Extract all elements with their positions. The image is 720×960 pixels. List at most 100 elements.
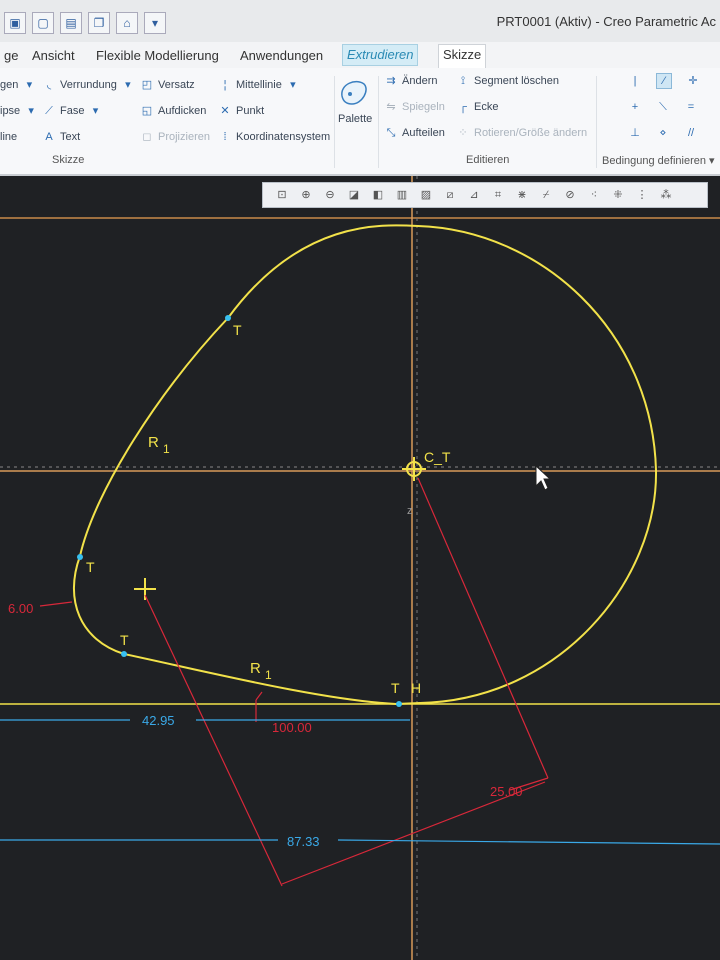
window-icon[interactable]: ▣ bbox=[4, 12, 26, 34]
zoom-in-icon[interactable]: ⊕ bbox=[297, 186, 315, 204]
ribbon-item-versatz[interactable]: ◰ Versatz bbox=[140, 76, 195, 94]
zoom-fit-icon[interactable]: ⊡ bbox=[273, 186, 291, 204]
ribbon-tabs: ge Ansicht Flexible Modellierung Anwendu… bbox=[0, 42, 720, 69]
ribbon-item-rotieren[interactable]: ⁘ Rotieren/Größe ändern bbox=[456, 124, 587, 142]
coincident-constraint-icon[interactable]: ⟍ bbox=[656, 100, 670, 114]
tangent-label: T bbox=[120, 632, 129, 648]
symmetric-constraint-icon[interactable]: ⋄ bbox=[656, 126, 670, 140]
save-icon[interactable]: ▤ bbox=[60, 12, 82, 34]
dimension-6[interactable]: 6.00 bbox=[8, 601, 33, 616]
ribbon-label: Koordinatensystem bbox=[236, 131, 331, 143]
ribbon-item-aendern[interactable]: ⇉ Ändern bbox=[384, 72, 437, 90]
ribbon-label: Text bbox=[60, 131, 81, 143]
centerline-icon: ¦ bbox=[223, 79, 227, 91]
display-vertices-icon[interactable]: ⌗ bbox=[489, 186, 507, 204]
chevron-down-icon: ▾ bbox=[28, 105, 34, 117]
window-switch-icon[interactable]: ❐ bbox=[88, 12, 110, 34]
sketch-profile[interactable] bbox=[72, 224, 658, 706]
graphics-area[interactable]: T T T T H R 1 R 1 C_T z 6.00 42.95 100.0… bbox=[0, 176, 720, 960]
ribbon-item-koordinatensystem[interactable]: ⁞ Koordinatensystem bbox=[218, 128, 330, 146]
ribbon-item-spiegeln[interactable]: ⇋ Spiegeln bbox=[384, 98, 444, 116]
ribbon: gen ▾ ipse ▾ line ◟ Verrundung ▾ ⟋ Fase ▾ A Tex… bbox=[0, 68, 720, 176]
radius-subscript: 1 bbox=[163, 442, 170, 456]
ribbon-item-spline[interactable]: line bbox=[0, 128, 17, 146]
chevron-down-icon: ▾ bbox=[290, 79, 296, 91]
vertical-constraint-icon[interactable]: | bbox=[628, 74, 642, 88]
quick-access-toolbar: ▣ ▢ ▤ ❐ ⌂ ▾ bbox=[4, 12, 166, 34]
midpoint-constraint-icon[interactable]: ✛ bbox=[686, 74, 700, 88]
parallel-constraint-icon[interactable]: // bbox=[684, 126, 698, 140]
horizontal-constraint-label: H bbox=[411, 680, 421, 696]
perpendicular-constraint-icon[interactable]: ⊥ bbox=[628, 126, 642, 140]
dimension-25[interactable]: 25.00 bbox=[490, 784, 523, 799]
palette-icon[interactable] bbox=[336, 74, 372, 110]
group-label-text: Bedingung definieren bbox=[602, 155, 706, 167]
ribbon-item-ellipse[interactable]: ipse ▾ bbox=[0, 102, 38, 120]
saved-views-icon[interactable]: ▥ bbox=[393, 186, 411, 204]
dimension-line-radius bbox=[417, 477, 549, 779]
folder-icon[interactable]: ⌂ bbox=[116, 12, 138, 34]
tab-anwendungen[interactable]: Anwendungen bbox=[236, 46, 327, 66]
ribbon-item-aufteilen[interactable]: ⤡ Aufteilen bbox=[384, 124, 445, 142]
ribbon-item-mittellinie[interactable]: ¦ Mittellinie ▾ bbox=[218, 76, 300, 94]
dimension-42[interactable]: 42.95 bbox=[142, 713, 175, 728]
sketch-canvas[interactable]: T T T T H R 1 R 1 C_T z 6.00 42.95 100.0… bbox=[0, 176, 720, 960]
ribbon-item-punkt[interactable]: ✕ Punkt bbox=[218, 102, 264, 120]
tangent-point[interactable] bbox=[225, 315, 231, 321]
delete-segment-icon: ⟟ bbox=[460, 75, 466, 87]
constraint-row-1: | ⁄ ✛ bbox=[628, 72, 700, 90]
equal-constraint-icon[interactable]: = bbox=[684, 100, 698, 114]
dimension-100[interactable]: 100.00 bbox=[272, 720, 312, 735]
ribbon-separator bbox=[334, 76, 335, 168]
ribbon-label: Ecke bbox=[474, 101, 499, 113]
group-label-bedingung[interactable]: Bedingung definieren ▾ bbox=[602, 154, 715, 167]
repaint-icon[interactable]: ◪ bbox=[345, 186, 363, 204]
tangent-point[interactable] bbox=[121, 651, 127, 657]
zoom-out-icon[interactable]: ⊖ bbox=[321, 186, 339, 204]
ribbon-label: Fase bbox=[60, 105, 85, 117]
tab-extrudieren[interactable]: Extrudieren bbox=[342, 44, 419, 66]
display-axes-icon[interactable]: ⊘ bbox=[561, 186, 579, 204]
tangent-point[interactable] bbox=[396, 701, 402, 707]
dimension-leader-100 bbox=[255, 691, 263, 701]
ribbon-item-segment-loeschen[interactable]: ⟟ Segment löschen bbox=[456, 72, 559, 90]
ribbon-item-kegelschnitt[interactable]: gen ▾ bbox=[0, 76, 36, 94]
dimension-line-6 bbox=[39, 601, 73, 607]
thicken-icon: ◱ bbox=[141, 105, 153, 117]
palette-button[interactable]: Palette bbox=[338, 110, 372, 128]
ribbon-item-aufdicken[interactable]: ◱ Aufdicken bbox=[140, 102, 207, 120]
sketch-view-icon[interactable]: ▨ bbox=[417, 186, 435, 204]
display-annotations-icon[interactable]: ⋮ bbox=[633, 186, 651, 204]
tangent-label: T bbox=[233, 322, 242, 338]
display-style-icon[interactable]: ◧ bbox=[369, 186, 387, 204]
tab-ansicht[interactable]: Ansicht bbox=[28, 46, 79, 66]
dimension-extension-87 bbox=[144, 594, 283, 887]
display-points-icon[interactable]: ⁖ bbox=[585, 186, 603, 204]
chevron-down-icon[interactable]: ▾ bbox=[144, 12, 166, 34]
tab-flexible-modellierung[interactable]: Flexible Modellierung bbox=[92, 46, 223, 66]
project-icon: ◻ bbox=[142, 131, 152, 143]
display-planes-icon[interactable]: ⌿ bbox=[537, 186, 555, 204]
tab-skizze[interactable]: Skizze bbox=[438, 44, 487, 68]
display-constraints-icon[interactable]: ⧄ bbox=[441, 186, 459, 204]
offset-icon: ◰ bbox=[141, 79, 153, 91]
ribbon-label: Projizieren bbox=[158, 131, 210, 143]
display-datum-icon[interactable]: ⁂ bbox=[657, 186, 675, 204]
ribbon-item-fase[interactable]: ⟋ Fase ▾ bbox=[42, 102, 102, 120]
tangent-constraint-icon[interactable]: ⁄ bbox=[656, 73, 672, 89]
tab-modell[interactable]: ge bbox=[0, 46, 22, 66]
frame-icon[interactable]: ▢ bbox=[32, 12, 54, 34]
ribbon-item-ecke[interactable]: ┌ Ecke bbox=[456, 98, 498, 116]
mouse-cursor-icon bbox=[535, 464, 552, 491]
ribbon-item-projizieren[interactable]: ◻ Projizieren bbox=[140, 128, 210, 146]
ribbon-label: Versatz bbox=[158, 79, 195, 91]
radius-label: R bbox=[148, 434, 159, 451]
display-csys-icon[interactable]: ⁜ bbox=[609, 186, 627, 204]
display-dimensions-icon[interactable]: ⊿ bbox=[465, 186, 483, 204]
dimension-87[interactable]: 87.33 bbox=[287, 834, 320, 849]
horizontal-constraint-icon[interactable]: + bbox=[628, 100, 642, 114]
ribbon-item-verrundung[interactable]: ◟ Verrundung ▾ bbox=[42, 76, 135, 94]
ribbon-item-text[interactable]: A Text bbox=[42, 128, 80, 146]
tangent-point[interactable] bbox=[77, 554, 83, 560]
display-grid-icon[interactable]: ⋇ bbox=[513, 186, 531, 204]
